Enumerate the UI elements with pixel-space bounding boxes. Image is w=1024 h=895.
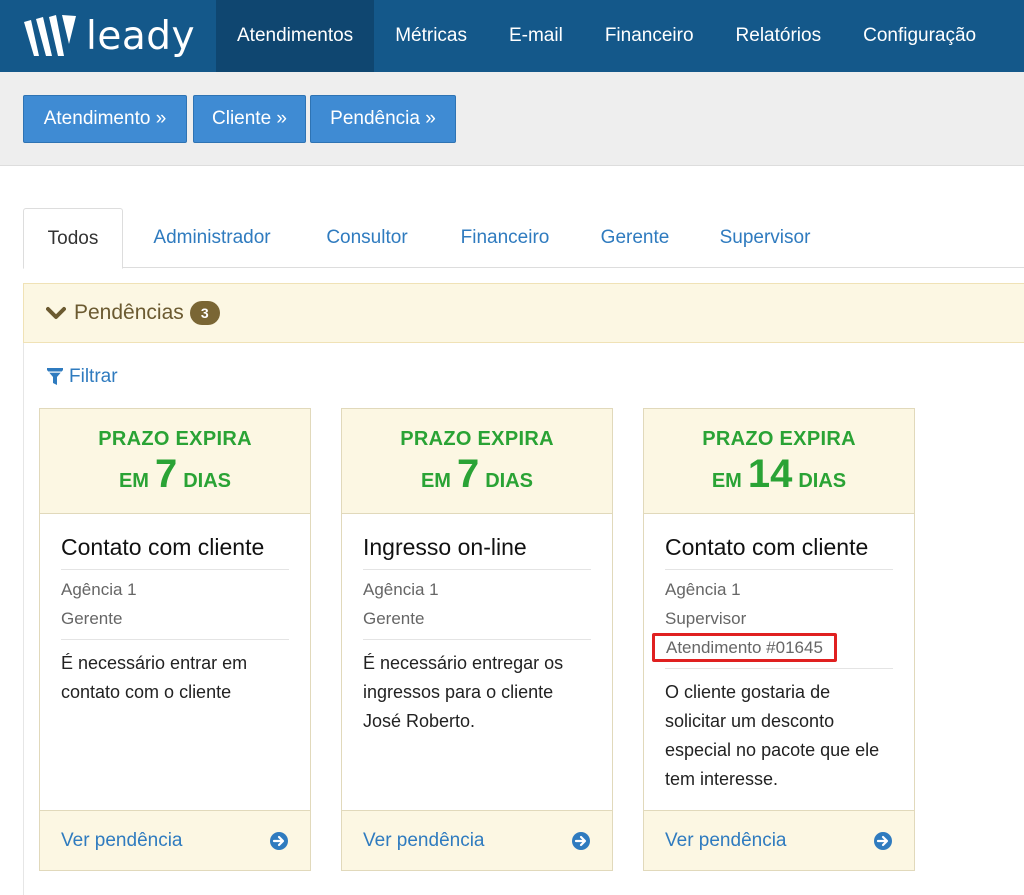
tab-todos[interactable]: Todos — [23, 208, 123, 269]
nav-financeiro[interactable]: Financeiro — [584, 0, 715, 72]
chevron-down-icon — [46, 307, 66, 319]
filter-icon — [47, 368, 63, 385]
nav-email[interactable]: E-mail — [488, 0, 584, 72]
brand-name: leady — [86, 13, 196, 59]
new-pendencia-button[interactable]: Pendência » — [310, 95, 456, 143]
tab-administrador[interactable]: Administrador — [133, 208, 291, 268]
deadline-em: EM — [420, 470, 451, 492]
tab-supervisor[interactable]: Supervisor — [703, 208, 827, 268]
pendencia-card: PRAZO EXPIRA EM 7 DIAS Contato com clien… — [39, 408, 311, 871]
ver-pendencia-link[interactable]: Ver pendência — [342, 810, 612, 870]
deadline-header: PRAZO EXPIRA EM 7 DIAS — [342, 409, 612, 514]
pendencia-card: PRAZO EXPIRA EM 14 DIAS Contato com clie… — [643, 408, 915, 871]
action-bar: Atendimento » Cliente » Pendência » — [0, 72, 1024, 166]
deadline-dias: DIAS — [183, 470, 232, 492]
arrow-right-circle-icon — [572, 831, 590, 850]
deadline-dias: DIAS — [798, 470, 847, 492]
card-description: É necessário entrar em contato com o cli… — [61, 653, 248, 702]
deadline-dias: DIAS — [485, 470, 534, 492]
card-title: Ingresso on-line — [363, 514, 591, 570]
card-agencia: Agência 1 — [665, 580, 741, 599]
deadline-label: PRAZO EXPIRA — [702, 428, 856, 450]
pendencias-panel-header[interactable]: Pendências 3 — [23, 283, 1024, 343]
leady-logo-icon — [24, 15, 76, 56]
card-title: Contato com cliente — [61, 514, 289, 570]
ver-pendencia-link[interactable]: Ver pendência — [644, 810, 914, 870]
ver-pendencia-label: Ver pendência — [61, 829, 183, 851]
deadline-days: 14 — [747, 452, 793, 496]
card-agencia: Agência 1 — [363, 580, 439, 599]
deadline-em: EM — [118, 470, 149, 492]
deadline-days: 7 — [456, 452, 480, 496]
filter-link[interactable]: Filtrar — [47, 366, 118, 388]
panel-title: Pendências — [74, 301, 184, 324]
role-tabs: Todos Administrador Consultor Financeiro… — [23, 208, 1024, 269]
deadline-label: PRAZO EXPIRA — [98, 428, 252, 450]
ver-pendencia-link[interactable]: Ver pendência — [40, 810, 310, 870]
brand-logo[interactable]: leady — [0, 0, 216, 72]
deadline-label: PRAZO EXPIRA — [400, 428, 554, 450]
count-badge: 3 — [189, 301, 220, 325]
card-title: Contato com cliente — [665, 514, 893, 570]
nav-atendimentos[interactable]: Atendimentos — [216, 0, 375, 72]
nav-metricas[interactable]: Métricas — [374, 0, 488, 72]
new-atendimento-button[interactable]: Atendimento » — [23, 95, 187, 143]
deadline-days: 7 — [154, 452, 178, 496]
tab-consultor[interactable]: Consultor — [309, 208, 425, 268]
ver-pendencia-label: Ver pendência — [363, 829, 485, 851]
nav-relatorios[interactable]: Relatórios — [715, 0, 843, 72]
new-cliente-button[interactable]: Cliente » — [193, 95, 306, 143]
deadline-header: PRAZO EXPIRA EM 14 DIAS — [644, 409, 914, 514]
atendimento-reference[interactable]: Atendimento #01645 — [652, 633, 837, 662]
nav-configuracao[interactable]: Configuração — [842, 0, 997, 72]
card-agencia: Agência 1 — [61, 580, 137, 599]
tab-gerente[interactable]: Gerente — [585, 208, 685, 268]
card-role: Gerente — [363, 609, 425, 628]
card-role: Gerente — [61, 609, 123, 628]
arrow-right-circle-icon — [874, 831, 892, 850]
card-description: O cliente gostaria de solicitar um desco… — [665, 682, 880, 789]
card-role: Supervisor — [665, 609, 747, 628]
pendencia-card: PRAZO EXPIRA EM 7 DIAS Ingresso on-line … — [341, 408, 613, 871]
ver-pendencia-label: Ver pendência — [665, 829, 787, 851]
card-description: É necessário entregar os ingressos para … — [363, 653, 564, 731]
top-navbar: leady Atendimentos Métricas E-mail Finan… — [0, 0, 1024, 72]
deadline-em: EM — [711, 470, 742, 492]
deadline-header: PRAZO EXPIRA EM 7 DIAS — [40, 409, 310, 514]
filter-label: Filtrar — [69, 366, 118, 387]
tab-financeiro[interactable]: Financeiro — [443, 208, 567, 268]
arrow-right-circle-icon — [270, 831, 288, 850]
